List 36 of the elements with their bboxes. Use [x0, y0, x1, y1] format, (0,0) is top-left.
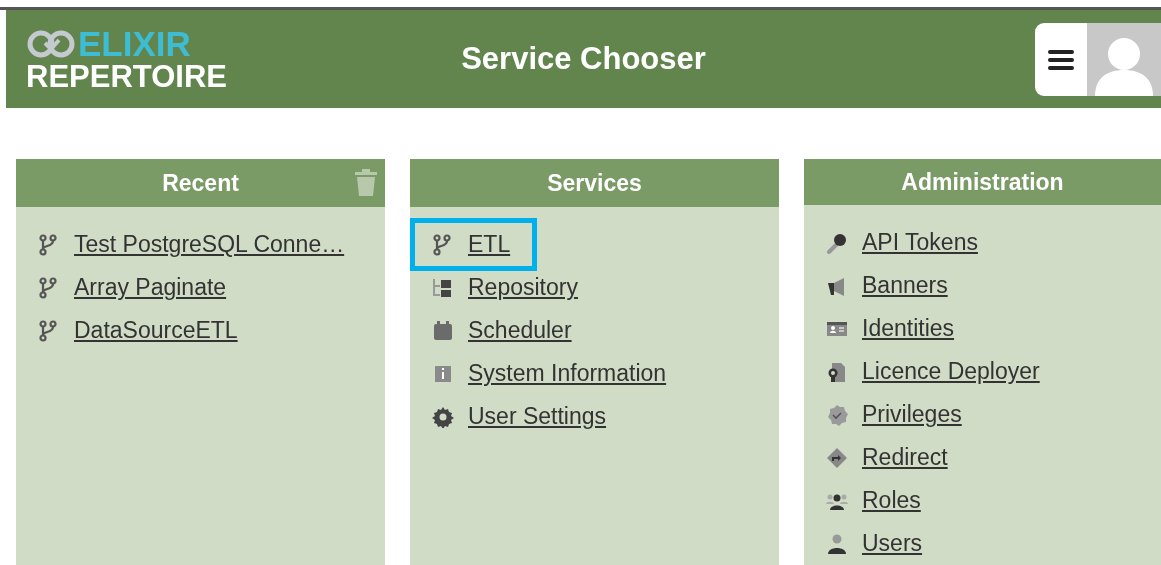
- folder-tree-icon: [432, 276, 454, 299]
- service-link[interactable]: Banners: [826, 264, 948, 307]
- user-icon: [826, 532, 848, 555]
- service-link[interactable]: Privileges: [826, 393, 962, 436]
- service-link[interactable]: Roles: [826, 479, 921, 522]
- service-link[interactable]: Test PostgreSQL Conne…: [38, 223, 345, 266]
- service-link[interactable]: Licence Deployer: [826, 350, 1040, 393]
- service-link[interactable]: DataSourceETL: [38, 309, 238, 352]
- user-menu-button[interactable]: [1035, 23, 1161, 96]
- service-link[interactable]: Array Paginate: [38, 266, 227, 309]
- panel-title: Recent: [162, 168, 239, 198]
- service-link[interactable]: Identities: [826, 307, 955, 350]
- panel-title: Services: [547, 168, 642, 198]
- branch-icon: [38, 276, 60, 299]
- service-link[interactable]: System Information: [432, 352, 667, 395]
- logo-subtitle: REPERTOIRE: [26, 61, 227, 92]
- service-link[interactable]: Scheduler: [432, 309, 572, 352]
- service-link[interactable]: Redirect: [826, 436, 948, 479]
- redirect-icon: [826, 446, 848, 469]
- branch-icon: [38, 233, 60, 256]
- branch-icon: [432, 233, 454, 256]
- service-link[interactable]: Users: [826, 522, 923, 565]
- panel-title: Administration: [901, 167, 1064, 197]
- service-link[interactable]: User Settings: [432, 395, 607, 438]
- branch-icon: [38, 319, 60, 342]
- check-badge-icon: [826, 403, 848, 426]
- service-link[interactable]: Repository: [432, 266, 578, 309]
- logo-text: ELIXIR: [78, 26, 191, 61]
- gear-icon: [432, 405, 454, 428]
- calendar-icon: [432, 319, 454, 342]
- menu-icon: [1048, 48, 1074, 71]
- certificate-icon: [826, 360, 848, 383]
- service-link[interactable]: API Tokens: [826, 221, 978, 264]
- key-icon: [826, 231, 848, 254]
- service-link[interactable]: ETL: [415, 223, 533, 266]
- page-title: Service Chooser: [461, 40, 706, 76]
